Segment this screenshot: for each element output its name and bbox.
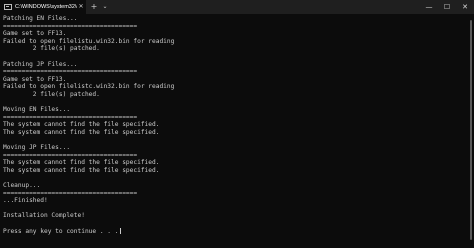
scrollbar[interactable] <box>469 16 472 244</box>
console-line: Game set to FF13. <box>3 75 67 83</box>
console-line: Patching JP Files... <box>3 60 78 68</box>
maximize-button[interactable]: ☐ <box>438 0 456 14</box>
console-line: The system cannot find the file specifie… <box>3 128 160 136</box>
console-line: ==================================== <box>3 68 138 76</box>
console-line: Patching EN Files... <box>3 15 78 22</box>
console-line: ...Finished! <box>3 197 48 205</box>
tab-title: C:\WINDOWS\system32\cmd. <box>15 4 77 10</box>
console-line: The system cannot find the file specifie… <box>3 159 160 167</box>
console-line: 2 file(s) patched. <box>3 45 100 53</box>
console-line: Moving EN Files... <box>3 106 71 114</box>
new-tab-button[interactable]: + <box>88 0 100 14</box>
console-prompt-text: Press any key to continue . . . <box>3 227 119 235</box>
console-line: ==================================== <box>3 189 138 197</box>
terminal-icon <box>4 4 12 10</box>
tab-cmd[interactable]: C:\WINDOWS\system32\cmd. ✕ <box>0 0 86 14</box>
console-line: The system cannot find the file specifie… <box>3 166 160 174</box>
title-bar: C:\WINDOWS\system32\cmd. ✕ + ⌄ — ☐ ✕ <box>0 0 474 14</box>
console-line: Moving JP Files... <box>3 144 71 152</box>
console-line: Installation Complete! <box>3 212 85 220</box>
console-line: ==================================== <box>3 113 138 121</box>
tab-dropdown-button[interactable]: ⌄ <box>100 0 110 14</box>
text-cursor <box>120 227 122 234</box>
console-line: The system cannot find the file specifie… <box>3 121 160 129</box>
console-prompt-line: Press any key to continue . . . <box>3 227 467 236</box>
console-line: ==================================== <box>3 22 138 30</box>
console-output[interactable]: Patching EN Files... ===================… <box>3 15 467 246</box>
tab-close-icon[interactable]: ✕ <box>77 0 85 14</box>
console-line: ==================================== <box>3 151 138 159</box>
console-line: Game set to FF13. <box>3 30 67 38</box>
close-button[interactable]: ✕ <box>456 0 474 14</box>
console-line: 2 file(s) patched. <box>3 90 100 98</box>
terminal-window: C:\WINDOWS\system32\cmd. ✕ + ⌄ — ☐ ✕ Pat… <box>0 0 474 248</box>
minimize-button[interactable]: — <box>420 0 438 14</box>
scrollbar-thumb[interactable] <box>470 20 472 240</box>
console-line: Failed to open filelistu.win32.bin for r… <box>3 37 175 45</box>
window-controls: — ☐ ✕ <box>420 0 474 14</box>
console-line: Cleanup... <box>3 182 41 190</box>
console-line: Failed to open filelistc.win32.bin for r… <box>3 83 175 91</box>
